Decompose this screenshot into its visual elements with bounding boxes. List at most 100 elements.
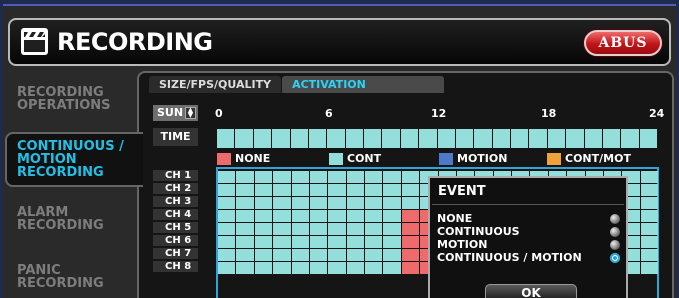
schedule-cell-cont[interactable] xyxy=(401,171,420,183)
schedule-cell-cont[interactable] xyxy=(383,236,401,248)
schedule-cell-cont[interactable] xyxy=(273,262,291,274)
schedule-cell-cont[interactable] xyxy=(365,197,383,209)
schedule-cell-cont[interactable] xyxy=(218,223,236,235)
schedule-cell-cont[interactable] xyxy=(254,197,273,209)
schedule-cell-none[interactable] xyxy=(401,236,420,248)
schedule-cell-cont[interactable] xyxy=(273,223,291,235)
schedule-cell-cont[interactable] xyxy=(346,171,364,183)
schedule-cell-cont[interactable] xyxy=(383,197,401,209)
time-cell[interactable] xyxy=(547,129,566,148)
schedule-cell-cont[interactable] xyxy=(309,249,328,261)
schedule-cell-cont[interactable] xyxy=(640,223,658,235)
schedule-cell-cont[interactable] xyxy=(328,249,346,261)
schedule-cell-cont[interactable] xyxy=(291,184,309,196)
schedule-cell-cont[interactable] xyxy=(346,197,364,209)
schedule-cell-cont[interactable] xyxy=(346,184,364,196)
time-cell[interactable] xyxy=(474,129,492,148)
schedule-cell-cont[interactable] xyxy=(273,171,291,183)
tab-activation[interactable]: ACTIVATION xyxy=(282,76,445,93)
schedule-cell-cont[interactable] xyxy=(401,184,420,196)
schedule-cell-cont[interactable] xyxy=(346,223,364,235)
schedule-cell-cont[interactable] xyxy=(365,171,383,183)
time-cell[interactable] xyxy=(455,129,474,148)
schedule-cell-cont[interactable] xyxy=(346,262,364,274)
schedule-cell-cont[interactable] xyxy=(236,210,254,222)
schedule-cell-none[interactable] xyxy=(401,210,420,222)
schedule-cell-cont[interactable] xyxy=(291,262,309,274)
schedule-cell-cont[interactable] xyxy=(236,197,254,209)
time-row[interactable] xyxy=(217,129,658,148)
schedule-cell-cont[interactable] xyxy=(236,249,254,261)
time-cell[interactable] xyxy=(511,129,529,148)
schedule-cell-cont[interactable] xyxy=(254,210,273,222)
schedule-cell-none[interactable] xyxy=(401,262,420,274)
schedule-cell-cont[interactable] xyxy=(291,223,309,235)
time-cell[interactable] xyxy=(364,129,382,148)
radio-button[interactable] xyxy=(610,240,620,250)
schedule-cell-cont[interactable] xyxy=(383,171,401,183)
schedule-cell-cont[interactable] xyxy=(254,262,273,274)
schedule-cell-cont[interactable] xyxy=(218,249,236,261)
time-cell[interactable] xyxy=(419,129,437,148)
schedule-cell-cont[interactable] xyxy=(328,171,346,183)
schedule-cell-cont[interactable] xyxy=(254,171,273,183)
schedule-cell-cont[interactable] xyxy=(328,223,346,235)
schedule-cell-cont[interactable] xyxy=(309,184,328,196)
time-cell[interactable] xyxy=(602,129,621,148)
schedule-cell-cont[interactable] xyxy=(236,262,254,274)
schedule-cell-cont[interactable] xyxy=(383,249,401,261)
time-cell[interactable] xyxy=(327,129,345,148)
schedule-cell-cont[interactable] xyxy=(254,236,273,248)
time-cell[interactable] xyxy=(290,129,308,148)
ok-button[interactable]: OK xyxy=(485,284,577,298)
schedule-cell-cont[interactable] xyxy=(640,210,658,222)
schedule-cell-cont[interactable] xyxy=(273,249,291,261)
schedule-cell-cont[interactable] xyxy=(383,210,401,222)
schedule-cell-cont[interactable] xyxy=(291,210,309,222)
schedule-cell-none[interactable] xyxy=(401,223,420,235)
time-cell[interactable] xyxy=(308,129,327,148)
sidebar-item-panic-recording[interactable]: PANIC RECORDING xyxy=(7,264,135,290)
time-cell[interactable] xyxy=(382,129,400,148)
day-spinner-icon[interactable]: ▲ ▼ xyxy=(185,107,196,119)
schedule-cell-cont[interactable] xyxy=(218,210,236,222)
schedule-cell-cont[interactable] xyxy=(365,223,383,235)
time-cell[interactable] xyxy=(272,129,290,148)
schedule-cell-cont[interactable] xyxy=(254,223,273,235)
schedule-cell-cont[interactable] xyxy=(383,184,401,196)
schedule-cell-cont[interactable] xyxy=(273,197,291,209)
schedule-cell-cont[interactable] xyxy=(346,236,364,248)
time-cell[interactable] xyxy=(621,129,639,148)
schedule-cell-cont[interactable] xyxy=(273,184,291,196)
schedule-cell-cont[interactable] xyxy=(273,210,291,222)
schedule-cell-cont[interactable] xyxy=(383,223,401,235)
time-cell[interactable] xyxy=(235,129,253,148)
time-cell[interactable] xyxy=(492,129,510,148)
schedule-cell-cont[interactable] xyxy=(640,197,658,209)
schedule-cell-cont[interactable] xyxy=(291,236,309,248)
schedule-cell-cont[interactable] xyxy=(291,197,309,209)
schedule-cell-cont[interactable] xyxy=(254,249,273,261)
schedule-cell-cont[interactable] xyxy=(218,184,236,196)
schedule-cell-cont[interactable] xyxy=(365,210,383,222)
radio-button[interactable] xyxy=(610,227,620,237)
schedule-cell-cont[interactable] xyxy=(218,262,236,274)
schedule-cell-cont[interactable] xyxy=(640,262,658,274)
schedule-cell-cont[interactable] xyxy=(365,184,383,196)
schedule-cell-cont[interactable] xyxy=(640,236,658,248)
time-cell[interactable] xyxy=(529,129,547,148)
radio-button[interactable] xyxy=(610,214,620,224)
schedule-cell-cont[interactable] xyxy=(640,171,658,183)
schedule-cell-cont[interactable] xyxy=(309,171,328,183)
event-option-continuous-motion[interactable]: CONTINUOUS / MOTION xyxy=(437,251,620,264)
schedule-cell-cont[interactable] xyxy=(328,262,346,274)
schedule-cell-cont[interactable] xyxy=(236,223,254,235)
schedule-cell-cont[interactable] xyxy=(328,236,346,248)
time-cell[interactable] xyxy=(400,129,419,148)
schedule-cell-cont[interactable] xyxy=(640,184,658,196)
schedule-cell-cont[interactable] xyxy=(309,210,328,222)
schedule-cell-cont[interactable] xyxy=(291,249,309,261)
event-option-none[interactable]: NONE xyxy=(437,212,620,225)
schedule-cell-cont[interactable] xyxy=(365,262,383,274)
sidebar-item-recording-operations[interactable]: RECORDING OPERATIONS xyxy=(7,86,135,112)
